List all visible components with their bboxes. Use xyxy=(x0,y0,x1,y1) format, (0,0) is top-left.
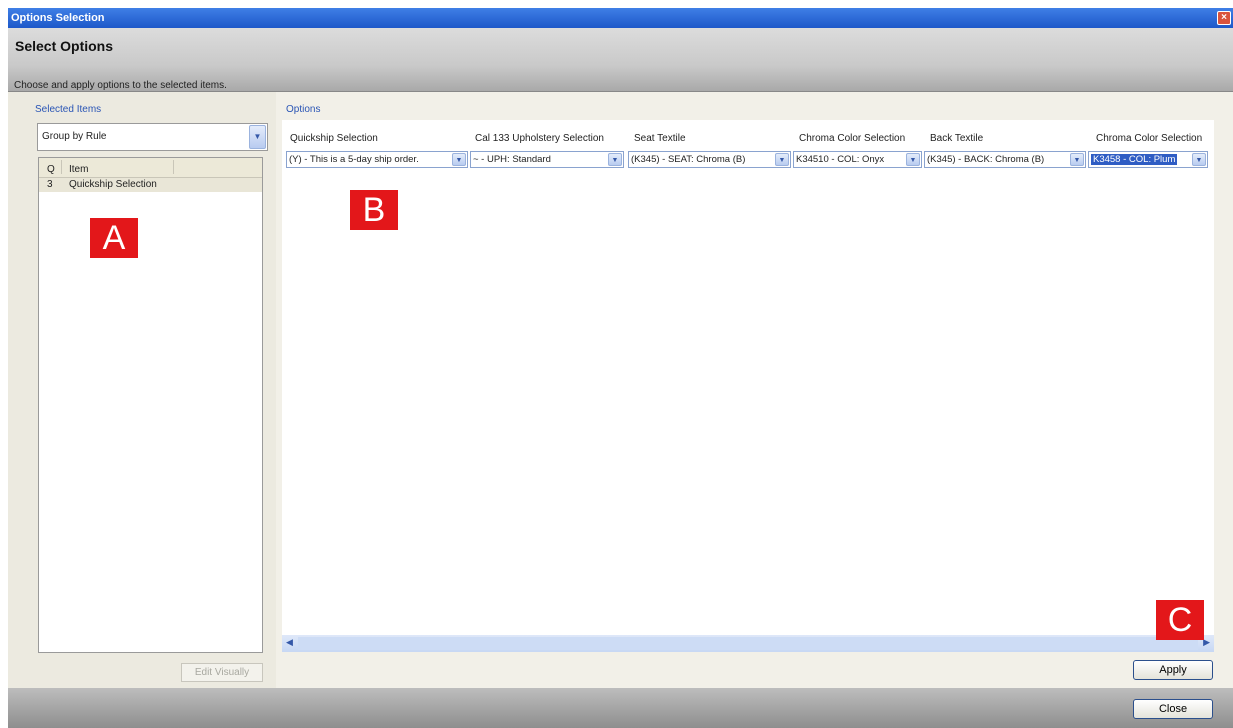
page-title: Select Options xyxy=(15,38,114,54)
scrollbar-thumb[interactable] xyxy=(298,637,1198,650)
window-close-icon[interactable]: × xyxy=(1217,11,1231,25)
chevron-down-icon[interactable]: ▼ xyxy=(775,153,789,166)
chevron-down-icon[interactable]: ▼ xyxy=(1192,153,1206,166)
item-name: Quickship Selection xyxy=(69,179,157,190)
option-header-chroma-color-1: Chroma Color Selection xyxy=(799,133,906,144)
seat-textile-select[interactable]: (K345) - SEAT: Chroma (B) ▼ xyxy=(628,151,791,168)
chroma-color-value-1: K34510 - COL: Onyx xyxy=(796,154,885,165)
options-label: Options xyxy=(286,104,321,115)
list-item[interactable]: 3 Quickship Selection xyxy=(39,178,262,192)
upholstery-select[interactable]: ~ - UPH: Standard ▼ xyxy=(470,151,624,168)
horizontal-scrollbar[interactable]: ◀ ▶ xyxy=(282,635,1214,652)
chevron-down-icon[interactable]: ▼ xyxy=(452,153,466,166)
scroll-left-icon[interactable]: ◀ xyxy=(286,637,293,648)
window-title-bar: Options Selection × xyxy=(8,8,1233,28)
chevron-down-icon[interactable]: ▼ xyxy=(906,153,920,166)
chroma-color-select-2[interactable]: K3458 - COL: Plum ▼ xyxy=(1088,151,1208,168)
scroll-right-icon[interactable]: ▶ xyxy=(1203,637,1210,648)
chroma-color-value-2: K3458 - COL: Plum xyxy=(1091,154,1178,165)
back-textile-value: (K345) - BACK: Chroma (B) xyxy=(927,154,1045,165)
chevron-down-icon[interactable]: ▼ xyxy=(608,153,622,166)
column-header-q[interactable]: Q xyxy=(47,164,55,175)
annotation-marker-b: B xyxy=(350,190,398,230)
chevron-down-icon[interactable]: ▼ xyxy=(249,125,266,149)
seat-textile-value: (K345) - SEAT: Chroma (B) xyxy=(631,154,746,165)
dialog-footer: Close xyxy=(8,688,1233,728)
option-header-upholstery: Cal 133 Upholstery Selection xyxy=(475,133,604,144)
window-title: Options Selection xyxy=(11,12,105,24)
column-header-item[interactable]: Item xyxy=(69,164,88,175)
group-by-value: Group by Rule xyxy=(42,131,107,142)
group-by-dropdown[interactable]: Group by Rule ▼ xyxy=(37,123,268,151)
options-grid: Quickship Selection Cal 133 Upholstery S… xyxy=(282,120,1214,652)
chevron-down-icon[interactable]: ▼ xyxy=(1070,153,1084,166)
back-textile-select[interactable]: (K345) - BACK: Chroma (B) ▼ xyxy=(924,151,1086,168)
option-header-back-textile: Back Textile xyxy=(930,133,984,144)
quickship-value: (Y) - This is a 5-day ship order. xyxy=(289,154,419,165)
options-pane: Options Quickship Selection Cal 133 Upho… xyxy=(276,92,1233,688)
page-subtitle: Choose and apply options to the selected… xyxy=(14,80,227,91)
option-header-seat-textile: Seat Textile xyxy=(634,133,686,144)
annotation-marker-a: A xyxy=(90,218,138,258)
list-header: Q Item xyxy=(39,158,262,178)
edit-visually-button[interactable]: Edit Visually xyxy=(181,663,263,682)
upholstery-value: ~ - UPH: Standard xyxy=(473,154,551,165)
option-header-quickship: Quickship Selection xyxy=(290,133,378,144)
selected-items-pane: Selected Items Group by Rule ▼ Q Item 3 … xyxy=(8,92,276,688)
dialog-content: Selected Items Group by Rule ▼ Q Item 3 … xyxy=(8,92,1233,688)
option-header-chroma-color-2: Chroma Color Selection xyxy=(1096,133,1203,144)
annotation-marker-c: C xyxy=(1156,600,1204,640)
close-button[interactable]: Close xyxy=(1133,699,1213,719)
selected-items-label: Selected Items xyxy=(35,104,102,115)
apply-button[interactable]: Apply xyxy=(1133,660,1213,680)
dialog-header: Select Options Choose and apply options … xyxy=(8,28,1233,92)
item-quantity: 3 xyxy=(47,179,53,190)
column-divider[interactable] xyxy=(173,160,174,174)
quickship-select[interactable]: (Y) - This is a 5-day ship order. ▼ xyxy=(286,151,468,168)
selected-items-list[interactable]: Q Item 3 Quickship Selection xyxy=(38,157,263,653)
chroma-color-select-1[interactable]: K34510 - COL: Onyx ▼ xyxy=(793,151,922,168)
column-divider[interactable] xyxy=(61,160,62,174)
